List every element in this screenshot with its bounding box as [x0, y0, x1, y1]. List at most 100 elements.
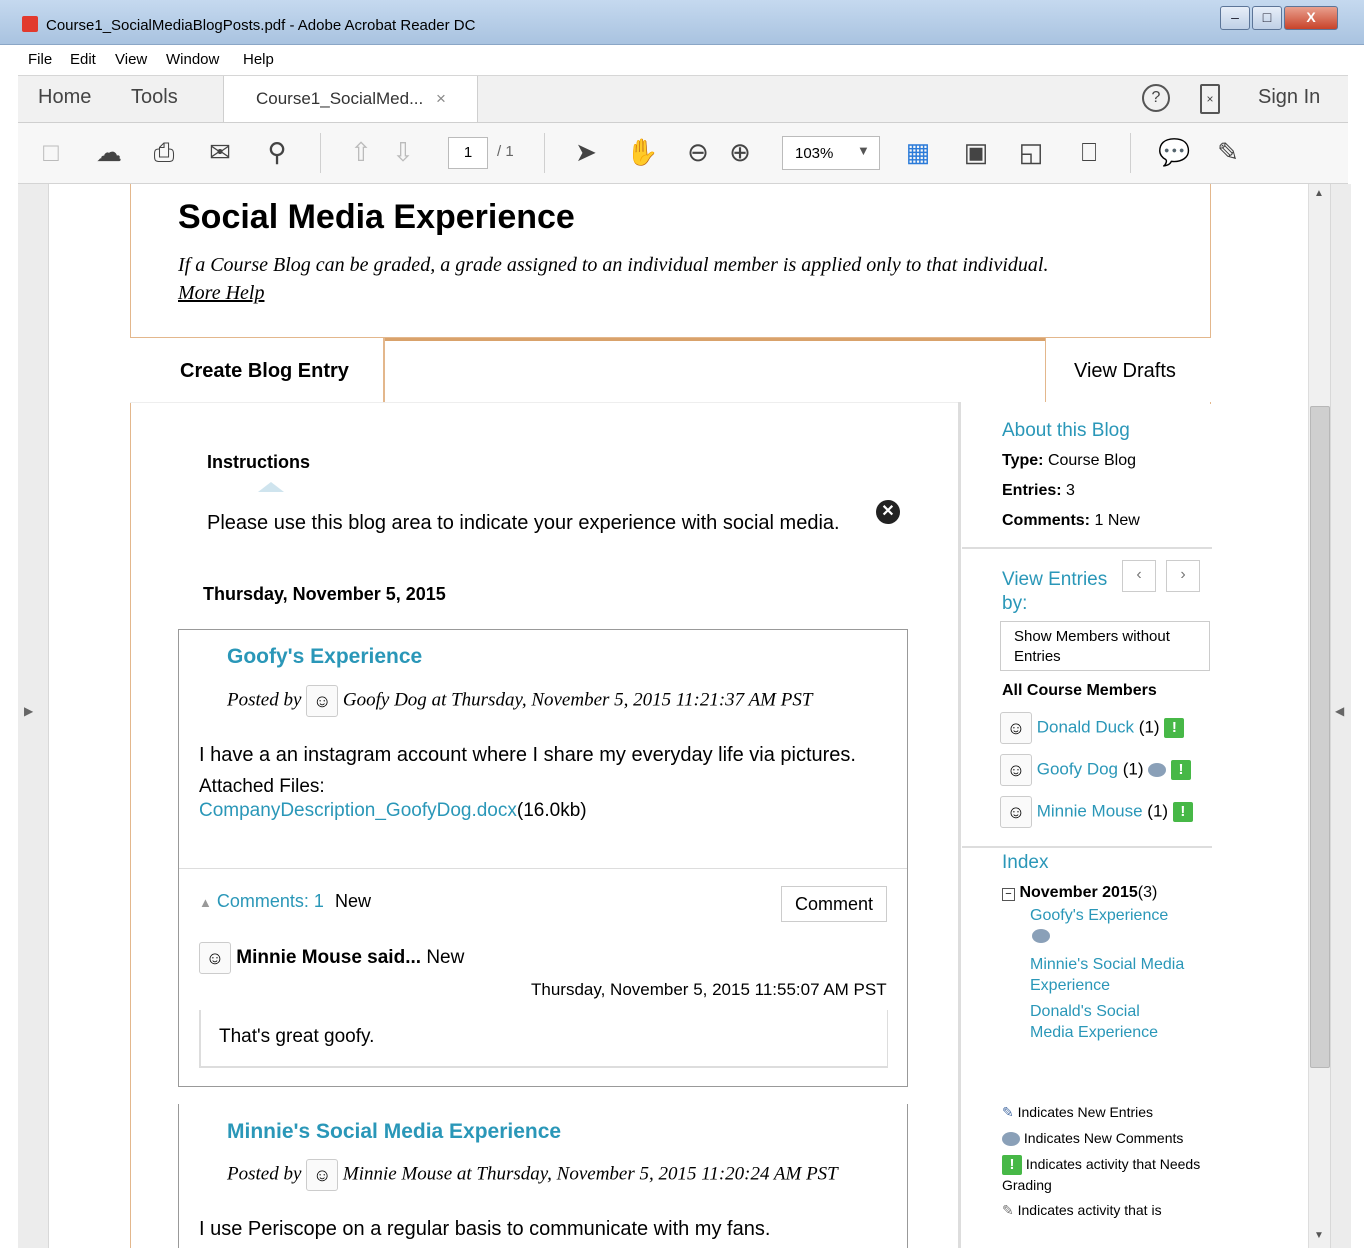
legend-label: Indicates New Comments — [1023, 1130, 1184, 1146]
type-label: Type: — [1002, 452, 1044, 469]
expand-left-panel-icon[interactable]: ▶ — [24, 704, 33, 718]
member-row: ☺ Goofy Dog (1) ! — [1000, 754, 1191, 786]
email-icon[interactable]: ✉ — [205, 137, 235, 167]
close-tab-icon[interactable]: × — [436, 89, 446, 109]
page-subtitle: If a Course Blog can be graded, a grade … — [178, 254, 1049, 276]
window-title: Course1_SocialMediaBlogPosts.pdf - Adobe… — [46, 17, 476, 34]
page-heading: Social Media Experience — [178, 198, 575, 236]
attached-file-link[interactable]: CompanyDescription_GoofyDog.docx — [199, 800, 517, 821]
index-entry-link[interactable]: Goofy's Experience — [1030, 905, 1200, 926]
needs-grading-icon: ! — [1172, 802, 1193, 822]
index-entry-link[interactable]: Minnie's Social Media Experience — [1030, 954, 1200, 996]
index-entry-link[interactable]: Donald's Social Media Experience — [1030, 1001, 1180, 1043]
print-icon[interactable]: ⎙ — [149, 137, 179, 167]
member-row: ☺ Minnie Mouse (1) ! — [1000, 796, 1193, 828]
entry-body: I have a an instagram account where I sh… — [199, 744, 856, 766]
show-members-label: Show Members without Entries — [1014, 628, 1170, 665]
comments-link[interactable]: Comments: 1 — [217, 891, 324, 911]
zoom-out-icon[interactable]: ⊖ — [683, 137, 713, 167]
sign-in-button[interactable]: Sign In — [1258, 86, 1320, 109]
scrollbar-thumb[interactable] — [1310, 406, 1330, 1068]
scroll-down-icon[interactable]: ▼ — [1314, 1230, 1324, 1241]
right-panel-gutter[interactable]: ◀ — [1330, 184, 1351, 1248]
donald-avatar: ☺ — [1000, 712, 1032, 744]
view-drafts-tab[interactable]: View Drafts — [1045, 338, 1211, 402]
acrobat-app-icon — [22, 16, 38, 32]
mobile-link-icon[interactable]: × — [1200, 84, 1220, 114]
more-help-link[interactable]: More Help — [178, 282, 264, 305]
create-blog-entry-tab[interactable]: Create Blog Entry — [130, 338, 385, 402]
entry-title-link[interactable]: Minnie's Social Media Experience — [227, 1120, 561, 1144]
expand-right-panel-icon[interactable]: ◀ — [1335, 704, 1344, 718]
page-number-input[interactable]: 1 — [448, 137, 488, 169]
fit-page-icon[interactable]: ▣ — [961, 137, 991, 167]
legend-new-entries: ✎ Indicates New Entries — [1002, 1104, 1153, 1121]
left-panel-gutter[interactable]: ▶ — [18, 184, 49, 1248]
attached-file-size: (16.0kb) — [516, 800, 587, 821]
close-instructions-icon[interactable]: ✕ — [876, 500, 900, 524]
close-window-button[interactable]: X — [1284, 6, 1338, 30]
full-screen-icon[interactable]: ◱ — [1016, 137, 1046, 167]
save-icon[interactable]: □ — [36, 137, 66, 167]
member-link[interactable]: Donald Duck — [1037, 717, 1134, 736]
comment-button[interactable]: Comment — [781, 886, 887, 922]
needs-grading-icon: ! — [1170, 760, 1191, 780]
blog-entry-card: Minnie's Social Media Experience Posted … — [178, 1104, 908, 1248]
index-month-row: − November 2015(3) — [1002, 884, 1157, 902]
scroll-up-icon[interactable]: ▲ — [1314, 188, 1324, 199]
comments-new-label: New — [1107, 512, 1140, 529]
needs-grading-icon: ! — [1002, 1155, 1022, 1176]
document-tab-label: Course1_SocialMed... — [256, 89, 424, 108]
search-icon[interactable]: ⚲ — [262, 137, 292, 167]
zoom-in-icon[interactable]: ⊕ — [725, 137, 755, 167]
tab-document[interactable]: Course1_SocialMed... × — [223, 76, 478, 122]
menu-window[interactable]: Window — [166, 51, 219, 68]
comment-text: That's great goofy. — [219, 1026, 375, 1047]
blog-entries-count: Entries: 3 — [1002, 482, 1075, 500]
next-member-button[interactable]: › — [1166, 560, 1200, 592]
menu-help[interactable]: Help — [243, 51, 274, 68]
previous-page-icon[interactable]: ⇧ — [346, 137, 376, 167]
entry-title-link[interactable]: Goofy's Experience — [227, 645, 422, 669]
hand-tool-icon[interactable]: ✋ — [626, 137, 658, 167]
tab-tools[interactable]: Tools — [131, 86, 178, 109]
minnie-avatar: ☺ — [306, 1159, 339, 1191]
sign-pen-icon[interactable]: ✎ — [1213, 137, 1243, 167]
comment-icon[interactable]: 💬 — [1158, 137, 1190, 167]
tab-home[interactable]: Home — [38, 86, 91, 109]
collapse-month-icon[interactable]: − — [1002, 888, 1015, 901]
zoom-select[interactable]: 103% ▼ — [782, 136, 880, 170]
show-members-without-entries-option[interactable]: Show Members without Entries — [1000, 621, 1210, 671]
index-month-label[interactable]: November 2015 — [1019, 884, 1137, 901]
type-value: Course Blog — [1047, 452, 1136, 469]
upload-cloud-icon[interactable]: ☁ — [94, 137, 124, 167]
next-page-icon[interactable]: ⇩ — [388, 137, 418, 167]
minimize-button[interactable]: – — [1220, 6, 1250, 30]
maximize-button[interactable]: □ — [1252, 6, 1282, 30]
comment-new-label: New — [426, 947, 465, 969]
new-comment-icon — [1032, 929, 1050, 943]
fit-width-icon[interactable]: ▦ — [903, 137, 933, 167]
select-cursor-icon[interactable]: ➤ — [571, 137, 601, 167]
minnie-avatar: ☺ — [199, 942, 231, 974]
member-link[interactable]: Minnie Mouse — [1037, 801, 1143, 820]
create-blog-entry-label: Create Blog Entry — [180, 360, 349, 382]
previous-member-button[interactable]: ‹ — [1122, 560, 1156, 592]
toolbar: □ ☁ ⎙ ✉ ⚲ ⇧ ⇩ 1 / 1 ➤ ✋ ⊖ ⊕ 103% ▼ ▦ ▣ ◱… — [18, 123, 1348, 184]
instructions-text: Please use this blog area to indicate yo… — [207, 512, 840, 534]
entry-meta: Posted by ☺ Goofy Dog at Thursday, Novem… — [227, 685, 812, 717]
scrolling-mode-icon[interactable]: ⎕ — [1074, 137, 1104, 167]
entry-timestamp: at Thursday, November 5, 2015 11:20:24 A… — [456, 1163, 838, 1185]
help-icon[interactable]: ? — [1142, 84, 1170, 112]
collapse-comments-icon[interactable]: ▲ — [199, 895, 212, 910]
menu-edit[interactable]: Edit — [70, 51, 96, 68]
menu-view[interactable]: View — [115, 51, 147, 68]
menu-file[interactable]: File — [28, 51, 52, 68]
instructions-label: Instructions — [207, 452, 311, 472]
date-heading: Thursday, November 5, 2015 — [203, 584, 446, 604]
member-link[interactable]: Goofy Dog — [1037, 759, 1118, 778]
comments-label: Comments: — [1002, 512, 1091, 529]
new-entries-icon: ✎ — [1002, 1104, 1014, 1120]
comment-header: ☺ Minnie Mouse said... New — [199, 942, 464, 974]
entry-body: I use Periscope on a regular basis to co… — [199, 1218, 771, 1240]
